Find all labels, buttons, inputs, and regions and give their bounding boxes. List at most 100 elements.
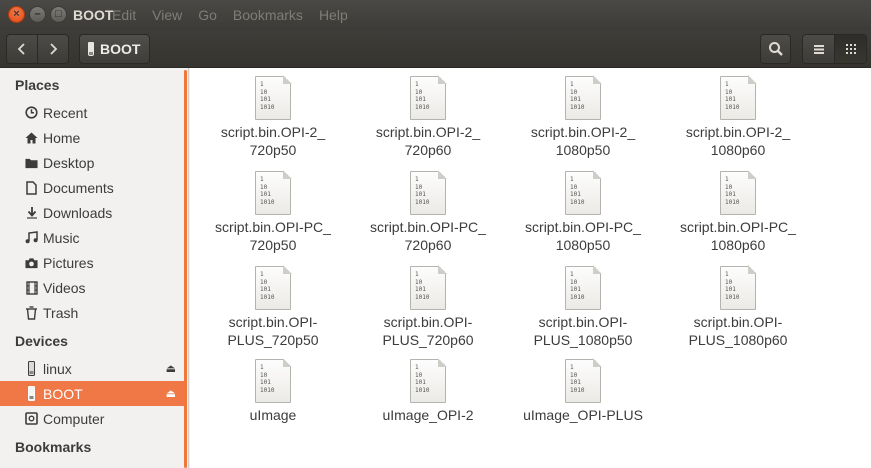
sidebar-item-label: Trash	[43, 304, 79, 321]
file-item[interactable]: 1 10 101 1010 script.bin.OPI-2_ 1080p60	[663, 75, 813, 159]
sidebar-item-label: Home	[43, 129, 81, 146]
file-name-line-1: script.bin.OPI-PC_	[215, 219, 331, 235]
file-item[interactable]: 1 10 101 1010 script.bin.OPI-2_ 1080p50	[508, 75, 658, 159]
eject-icon[interactable]: ⏏	[166, 387, 176, 400]
sidebar-item-label: Downloads	[43, 204, 113, 221]
file-item[interactable]: 1 10 101 1010 script.bin.OPI- PLUS_1080p60	[663, 265, 813, 349]
file-item[interactable]: 1 10 101 1010 script.bin.OPI-2_ 720p60	[353, 75, 503, 159]
file-name-line-1: script.bin.OPI-	[383, 314, 473, 330]
file-name: script.bin.OPI- PLUS_720p60	[382, 313, 473, 349]
file-name: script.bin.OPI- PLUS_1080p60	[689, 313, 788, 349]
binary-file-icon: 1 10 101 1010	[410, 170, 447, 215]
file-name-line-1: uImage_OPI-2	[382, 407, 474, 423]
file-item[interactable]: 1 10 101 1010 script.bin.OPI- PLUS_720p50	[198, 265, 348, 349]
search-button[interactable]	[760, 34, 791, 64]
file-icon-glyph: 1 10 101 1010	[570, 271, 585, 301]
sidebar-item-downloads[interactable]: Downloads	[0, 200, 184, 225]
sidebar-item-computer[interactable]: Computer	[0, 406, 184, 431]
file-item[interactable]: 1 10 101 1010 uImage	[198, 358, 348, 424]
file-item[interactable]: 1 10 101 1010 script.bin.OPI-PC_ 720p60	[353, 170, 503, 254]
devices-header: Devices	[15, 333, 68, 349]
chevron-right-icon	[50, 43, 58, 55]
menu-edit[interactable]: Edit	[112, 7, 136, 23]
sidebar-item-boot[interactable]: BOOT ⏏	[0, 381, 184, 406]
file-name: script.bin.OPI- PLUS_720p50	[227, 313, 318, 349]
sidebar-item-home[interactable]: Home	[0, 125, 184, 150]
file-name-line-2: 1080p50	[555, 142, 611, 158]
sidebar-item-label: Documents	[43, 179, 114, 196]
binary-file-icon: 1 10 101 1010	[720, 170, 757, 215]
file-item[interactable]: 1 10 101 1010 script.bin.OPI-2_ 720p50	[198, 75, 348, 159]
file-icon-glyph: 1 10 101 1010	[415, 364, 430, 394]
toolbar: BOOT	[0, 30, 871, 68]
file-item[interactable]: 1 10 101 1010 script.bin.OPI- PLUS_720p60	[353, 265, 503, 349]
menu-bookmarks[interactable]: Bookmarks	[233, 7, 303, 23]
binary-file-icon: 1 10 101 1010	[410, 358, 447, 403]
list-icon	[813, 44, 824, 54]
file-item[interactable]: 1 10 101 1010 script.bin.OPI-PC_ 720p50	[198, 170, 348, 254]
drive-icon	[25, 386, 38, 401]
close-window-button[interactable]: ×	[8, 6, 25, 23]
file-icon-glyph: 1 10 101 1010	[260, 364, 275, 394]
file-name: script.bin.OPI- PLUS_1080p50	[534, 313, 633, 349]
sidebar-item-linux[interactable]: linux ⏏	[0, 356, 184, 381]
eject-icon[interactable]: ⏏	[166, 362, 176, 375]
minimize-window-button[interactable]: –	[29, 6, 46, 23]
sidebar-item-recent[interactable]: Recent	[0, 100, 184, 125]
grid-icon	[845, 44, 856, 54]
sidebar-item-documents[interactable]: Documents	[0, 175, 184, 200]
back-button[interactable]	[7, 35, 37, 63]
file-icon-glyph: 1 10 101 1010	[260, 176, 275, 206]
menu-view[interactable]: View	[152, 7, 182, 23]
sidebar-item-label: Music	[43, 229, 80, 246]
file-icon-glyph: 1 10 101 1010	[260, 81, 275, 111]
forward-button[interactable]	[37, 35, 68, 63]
sidebar-scrollbar[interactable]	[184, 70, 187, 468]
sidebar-item-label: Pictures	[43, 254, 94, 271]
maximize-window-button[interactable]: □	[50, 6, 67, 23]
sidebar-item-label: Videos	[43, 279, 86, 296]
file-name-line-2: 1080p60	[710, 142, 766, 158]
file-name-line-1: script.bin.OPI-2_	[220, 124, 326, 140]
file-name-line-1: script.bin.OPI-2_	[375, 124, 481, 140]
path-bar-boot[interactable]: BOOT	[79, 34, 151, 64]
menu-go[interactable]: Go	[198, 7, 217, 23]
file-icon-glyph: 1 10 101 1010	[415, 176, 430, 206]
file-name: uImage_OPI-PLUS	[523, 406, 643, 424]
binary-file-icon: 1 10 101 1010	[565, 265, 602, 310]
computer-icon	[25, 412, 38, 426]
file-icon-glyph: 1 10 101 1010	[415, 271, 430, 301]
file-item[interactable]: 1 10 101 1010 uImage_OPI-PLUS	[508, 358, 658, 424]
trash-icon	[25, 305, 38, 320]
menu-help[interactable]: Help	[319, 7, 348, 23]
file-name: script.bin.OPI-PC_ 1080p50	[525, 218, 641, 254]
sidebar-item-music[interactable]: Music	[0, 225, 184, 250]
file-item[interactable]: 1 10 101 1010 script.bin.OPI- PLUS_1080p50	[508, 265, 658, 349]
file-name-line-1: uImage	[249, 407, 297, 423]
file-name: script.bin.OPI-PC_ 720p60	[370, 218, 486, 254]
list-view-button[interactable]	[803, 35, 834, 63]
camera-icon	[25, 256, 38, 270]
view-toggle	[802, 34, 867, 64]
document-icon	[25, 180, 38, 195]
binary-file-icon: 1 10 101 1010	[255, 265, 292, 310]
file-item[interactable]: 1 10 101 1010 script.bin.OPI-PC_ 1080p50	[508, 170, 658, 254]
title-bar: × – □ BOOT Edit View Go Bookmarks Help	[0, 0, 871, 30]
file-name-line-2: 1080p60	[710, 237, 766, 253]
sidebar-item-pictures[interactable]: Pictures	[0, 250, 184, 275]
sidebar-item-trash[interactable]: Trash	[0, 300, 184, 325]
file-item[interactable]: 1 10 101 1010 uImage_OPI-2	[353, 358, 503, 424]
path-label: BOOT	[100, 41, 141, 57]
file-name-line-1: script.bin.OPI-PC_	[680, 219, 796, 235]
file-name-line-2: 1080p50	[555, 237, 611, 253]
drive-icon	[88, 42, 94, 56]
binary-file-icon: 1 10 101 1010	[565, 170, 602, 215]
sidebar-item-videos[interactable]: Videos	[0, 275, 184, 300]
music-icon	[25, 231, 38, 245]
maximize-icon: □	[55, 8, 62, 20]
file-name: script.bin.OPI-2_ 1080p60	[686, 123, 790, 159]
file-item[interactable]: 1 10 101 1010 script.bin.OPI-PC_ 1080p60	[663, 170, 813, 254]
grid-view-button[interactable]	[834, 35, 866, 63]
file-name-line-1: script.bin.OPI-2_	[530, 124, 636, 140]
sidebar-item-desktop[interactable]: Desktop	[0, 150, 184, 175]
